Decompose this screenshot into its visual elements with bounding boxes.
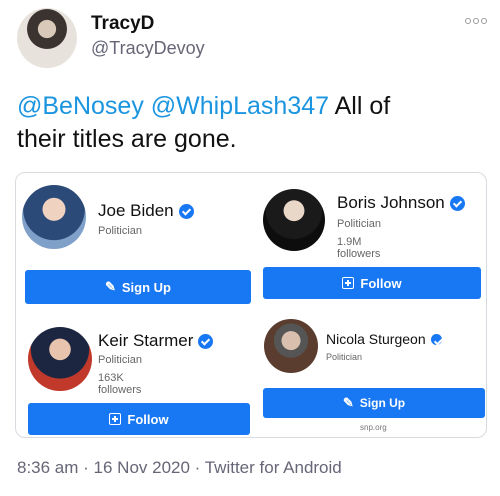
profile-category-biden: Politician [98,225,143,237]
verified-icon [198,333,214,349]
profile-photo-johnson [263,189,325,251]
more-options-icon[interactable] [465,18,487,24]
author-avatar[interactable] [17,8,77,68]
pencil-icon: ✎ [342,395,354,410]
attached-image[interactable]: Joe Biden Politician ✎ Sign Up Boris Joh… [15,172,487,438]
tweet-text-line2: their titles are gone. [17,125,237,153]
tweet-text-line1: All of [334,92,391,120]
profile-name-sturgeon: Nicola Sturgeon [326,331,442,347]
tweet-timestamp[interactable]: 8:36 am · 16 Nov 2020 · Twitter for Andr… [17,458,342,478]
mention-whiplash347[interactable]: @WhipLash347 [151,92,329,120]
follow-icon [342,277,355,289]
profile-category-starmer: Politician [98,354,143,366]
profile-name-biden: Joe Biden [98,201,194,221]
sign-up-button-sturgeon[interactable]: ✎ Sign Up [263,388,485,418]
profile-followers-starmer: 163K followers [98,372,142,396]
profile-followers-johnson: 1.9M followers [337,236,381,260]
mention-benosey[interactable]: @BeNosey [17,92,144,120]
follow-button-johnson[interactable]: Follow [263,267,481,299]
follow-icon [109,413,122,425]
pencil-icon: ✎ [104,279,116,294]
profile-photo-biden [22,185,86,249]
profile-photo-sturgeon [264,319,318,373]
profile-name-starmer: Keir Starmer [98,331,214,351]
verified-icon [430,333,442,345]
profile-photo-starmer [28,327,92,391]
author-handle[interactable]: @TracyDevoy [91,38,205,59]
profile-name-johnson: Boris Johnson [337,193,465,213]
author-name[interactable]: TracyD [91,13,154,35]
verified-icon [178,203,194,219]
follow-button-starmer[interactable]: Follow [28,403,250,435]
verified-icon [449,195,465,211]
website-link-sturgeon[interactable]: snp.org [360,423,387,432]
sign-up-button-biden[interactable]: ✎ Sign Up [25,270,251,304]
tweet-text: @BeNosey @WhipLash347 All of their title… [17,90,487,156]
profile-category-johnson: Politician [337,218,382,230]
profile-category-sturgeon: Politician [326,352,363,362]
